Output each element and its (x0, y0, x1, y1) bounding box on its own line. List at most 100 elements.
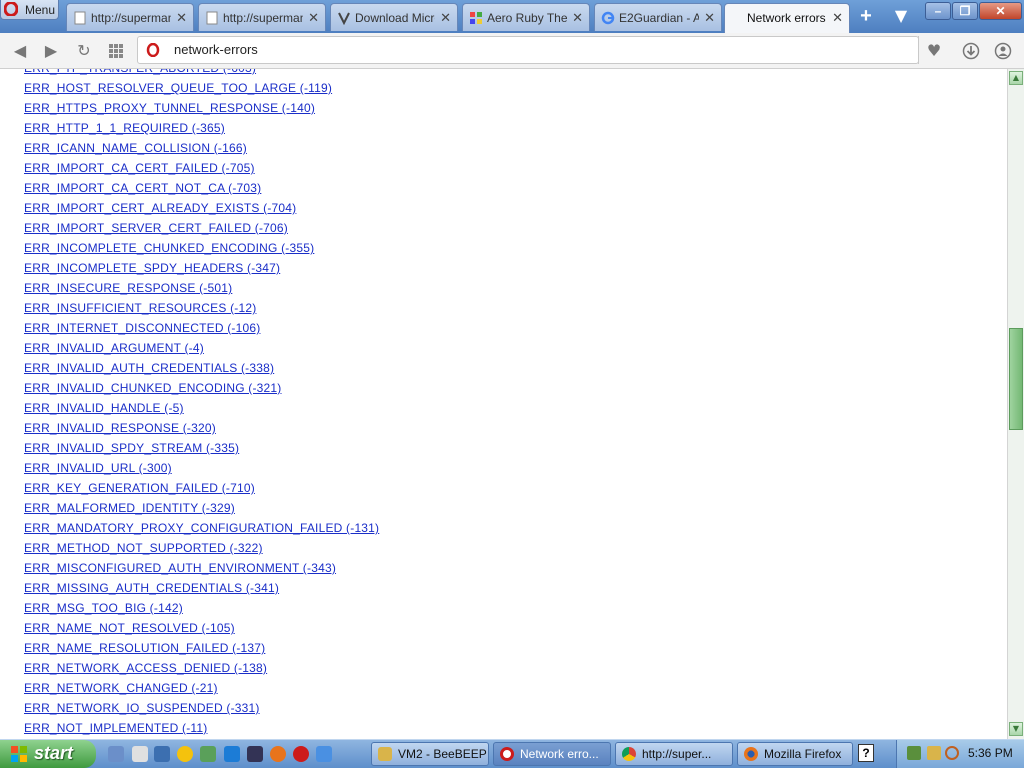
error-link[interactable]: ERR_INCOMPLETE_CHUNKED_ENCODING (-355) (24, 241, 314, 255)
taskbar-item-chrome[interactable]: http://super... (615, 742, 733, 766)
error-link[interactable]: ERR_INVALID_AUTH_CREDENTIALS (-338) (24, 361, 274, 375)
taskbar-item-beebeep[interactable]: VM2 - BeeBEEP (371, 742, 489, 766)
address-bar[interactable] (137, 36, 919, 64)
list-item: ERR_IMPORT_CERT_ALREADY_EXISTS (-704) (24, 201, 379, 221)
error-link[interactable]: ERR_NETWORK_IO_SUSPENDED (-331) (24, 701, 260, 715)
error-link[interactable]: ERR_MALFORMED_IDENTITY (-329) (24, 501, 235, 515)
tab-2[interactable]: http://superman ✕ (198, 3, 326, 31)
error-link[interactable]: ERR_ICANN_NAME_COLLISION (-166) (24, 141, 247, 155)
list-item: ERR_INCOMPLETE_SPDY_HEADERS (-347) (24, 261, 379, 281)
error-link[interactable]: ERR_INVALID_ARGUMENT (-4) (24, 341, 204, 355)
error-link[interactable]: ERR_INVALID_SPDY_STREAM (-335) (24, 441, 239, 455)
quicklaunch-icon[interactable] (132, 746, 148, 762)
taskbar-item-label: http://super... (642, 747, 712, 761)
network-icon[interactable] (907, 746, 921, 760)
quicklaunch-icon[interactable] (200, 746, 216, 762)
tab-network-errors[interactable]: Network errors ✕ (724, 3, 850, 33)
page-icon (74, 11, 86, 25)
error-link[interactable]: ERR_INSUFFICIENT_RESOURCES (-12) (24, 301, 256, 315)
error-link[interactable]: ERR_NETWORK_ACCESS_DENIED (-138) (24, 661, 267, 675)
list-item: ERR_KEY_GENERATION_FAILED (-710) (24, 481, 379, 501)
taskbar-item-firefox[interactable]: Mozilla Firefox (737, 742, 853, 766)
error-link[interactable]: ERR_INVALID_RESPONSE (-320) (24, 421, 216, 435)
url-input[interactable] (172, 41, 776, 58)
list-item: ERR_MSG_TOO_BIG (-142) (24, 601, 379, 621)
error-link[interactable]: ERR_IMPORT_CA_CERT_FAILED (-705) (24, 161, 255, 175)
bookmark-heart-icon[interactable]: ♥ (923, 41, 945, 61)
reload-button[interactable]: ↻ (73, 41, 95, 61)
close-tab-icon[interactable]: ✕ (572, 10, 583, 26)
error-link[interactable]: ERR_NOT_IMPLEMENTED (-11) (24, 721, 207, 735)
error-link[interactable]: ERR_KEY_GENERATION_FAILED (-710) (24, 481, 255, 495)
tab-5[interactable]: E2Guardian - A ✕ (594, 3, 722, 31)
list-item: ERR_NAME_RESOLUTION_FAILED (-137) (24, 641, 379, 661)
close-tab-icon[interactable]: ✕ (176, 10, 187, 26)
scroll-down-button[interactable]: ▼ (1009, 722, 1023, 736)
maximize-button[interactable]: ❐ (952, 2, 978, 20)
tab-menu-icon[interactable]: ▼ (890, 6, 912, 26)
error-link[interactable]: ERR_IMPORT_CA_CERT_NOT_CA (-703) (24, 181, 261, 195)
error-link[interactable]: ERR_HTTPS_PROXY_TUNNEL_RESPONSE (-140) (24, 101, 315, 115)
opera-menu-button[interactable]: Menu (0, 0, 59, 20)
error-link[interactable]: ERR_HOST_RESOLVER_QUEUE_TOO_LARGE (-119) (24, 81, 332, 95)
vertical-scrollbar[interactable]: ▲ ▼ (1007, 69, 1024, 739)
error-link[interactable]: ERR_INVALID_URL (-300) (24, 461, 172, 475)
chrome-icon[interactable] (177, 746, 193, 762)
error-link[interactable]: ERR_NAME_NOT_RESOLVED (-105) (24, 621, 235, 635)
list-item: ERR_MANDATORY_PROXY_CONFIGURATION_FAILED… (24, 521, 379, 541)
close-window-button[interactable]: ✕ (979, 2, 1022, 20)
error-link[interactable]: ERR_MSG_TOO_BIG (-142) (24, 601, 183, 615)
error-link[interactable]: ERR_INCOMPLETE_SPDY_HEADERS (-347) (24, 261, 280, 275)
firefox-icon[interactable] (270, 746, 286, 762)
page-content: ERR_FTP_TRANSFER_ABORTED (-603) ERR_HOST_… (0, 69, 1007, 739)
microsoft-icon (338, 12, 350, 25)
close-tab-icon[interactable]: ✕ (704, 10, 715, 26)
quicklaunch-icon[interactable] (316, 746, 332, 762)
opera-icon (500, 747, 514, 761)
error-link[interactable]: ERR_MISCONFIGURED_AUTH_ENVIRONMENT (-343… (24, 561, 336, 575)
error-link[interactable]: ERR_IMPORT_CERT_ALREADY_EXISTS (-704) (24, 201, 296, 215)
error-link[interactable]: ERR_IMPORT_SERVER_CERT_FAILED (-706) (24, 221, 288, 235)
error-link[interactable]: ERR_MISSING_AUTH_CREDENTIALS (-341) (24, 581, 279, 595)
quicklaunch-icon[interactable] (108, 746, 124, 762)
minimize-button[interactable]: – (925, 2, 951, 20)
error-link[interactable]: ERR_NAME_RESOLUTION_FAILED (-137) (24, 641, 265, 655)
tab-1[interactable]: http://superman ✕ (66, 3, 194, 31)
error-link[interactable]: ERR_INVALID_HANDLE (-5) (24, 401, 184, 415)
list-item: ERR_IMPORT_CA_CERT_NOT_CA (-703) (24, 181, 379, 201)
error-link[interactable]: ERR_MANDATORY_PROXY_CONFIGURATION_FAILED… (24, 521, 379, 535)
error-link[interactable]: ERR_INVALID_CHUNKED_ENCODING (-321) (24, 381, 282, 395)
taskbar-item-opera[interactable]: Network erro... (493, 742, 611, 766)
beebeep-icon (378, 747, 392, 761)
scroll-up-button[interactable]: ▲ (1009, 71, 1023, 85)
quicklaunch-icon[interactable] (154, 746, 170, 762)
tab-3[interactable]: Download Micro ✕ (330, 3, 458, 31)
opera-icon[interactable] (293, 746, 309, 762)
error-link[interactable]: ERR_HTTP_1_1_REQUIRED (-365) (24, 121, 225, 135)
error-link[interactable]: ERR_INSECURE_RESPONSE (-501) (24, 281, 232, 295)
speed-dial-icon[interactable] (105, 41, 127, 61)
error-link[interactable]: ERR_INTERNET_DISCONNECTED (-106) (24, 321, 260, 335)
close-tab-icon[interactable]: ✕ (832, 10, 843, 26)
aero-icon (470, 12, 482, 24)
error-link[interactable]: ERR_METHOD_NOT_SUPPORTED (-322) (24, 541, 263, 555)
list-item: ERR_IMPORT_CA_CERT_FAILED (-705) (24, 161, 379, 181)
account-icon[interactable] (992, 41, 1014, 61)
start-button[interactable]: start (0, 740, 96, 768)
close-tab-icon[interactable]: ✕ (308, 10, 319, 26)
help-icon[interactable]: ? (858, 744, 874, 762)
download-icon[interactable] (960, 41, 982, 61)
search-icon[interactable] (945, 746, 959, 760)
back-button[interactable]: ◀ (9, 41, 31, 61)
forward-button[interactable]: ▶ (40, 41, 62, 61)
beebeep-tray-icon[interactable] (927, 746, 941, 760)
quicklaunch-icon[interactable] (247, 746, 263, 762)
error-link[interactable]: ERR_FTP_TRANSFER_ABORTED (-603) (24, 69, 256, 75)
scroll-thumb[interactable] (1009, 328, 1023, 430)
new-tab-button[interactable]: + (855, 6, 877, 26)
ie-icon[interactable] (224, 746, 240, 762)
tab-4[interactable]: Aero Ruby Then ✕ (462, 3, 590, 31)
close-tab-icon[interactable]: ✕ (440, 10, 451, 26)
error-link[interactable]: ERR_NETWORK_CHANGED (-21) (24, 681, 218, 695)
google-icon (601, 11, 615, 25)
